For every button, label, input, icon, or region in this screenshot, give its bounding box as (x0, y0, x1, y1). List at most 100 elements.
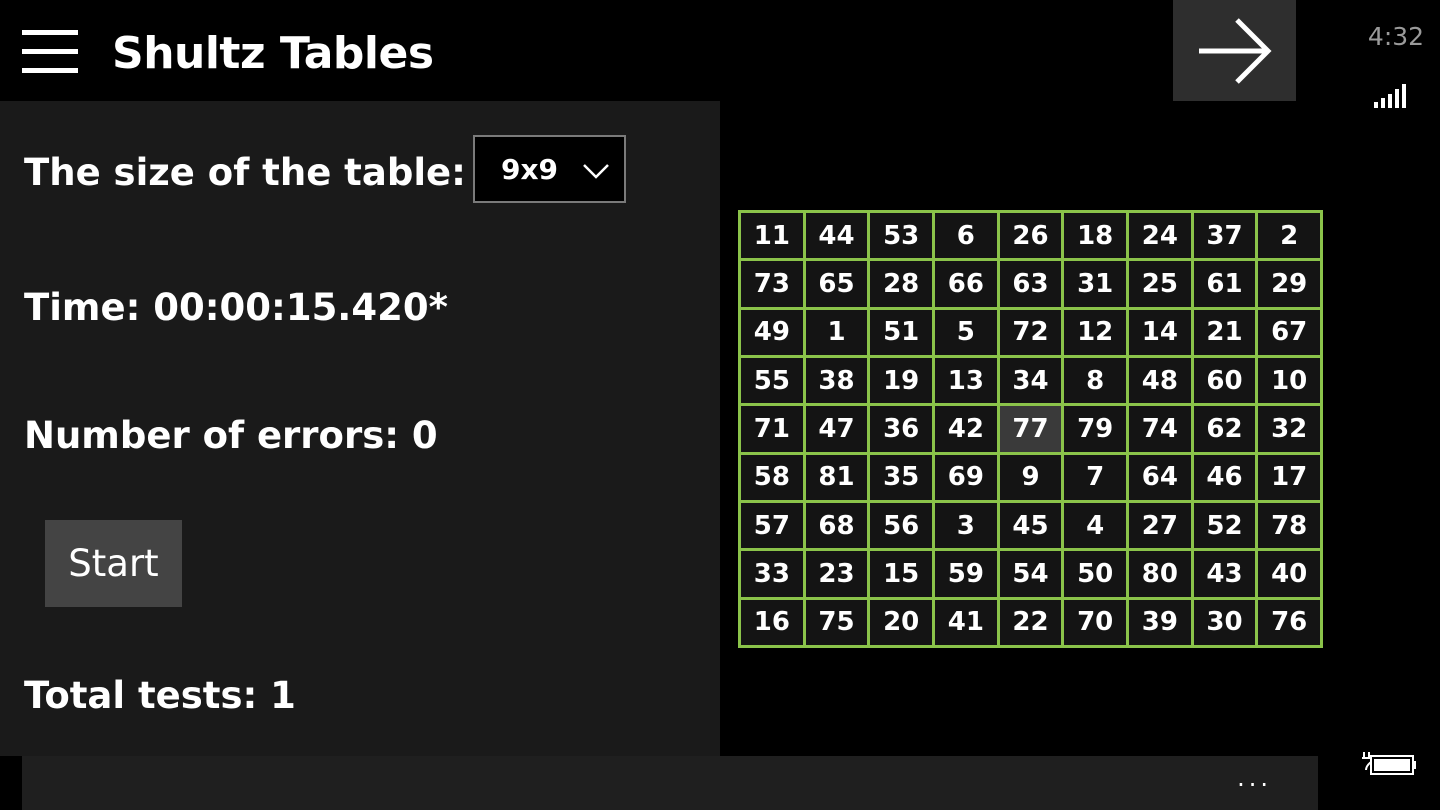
grid-cell[interactable]: 41 (935, 599, 997, 645)
grid-cell[interactable]: 69 (935, 454, 997, 500)
chevron-down-icon (583, 164, 609, 179)
grid-cell[interactable]: 46 (1193, 454, 1256, 500)
grid-cell[interactable]: 70 (1064, 599, 1126, 645)
grid-cell[interactable]: 17 (1258, 454, 1320, 500)
grid-cell[interactable]: 57 (741, 502, 803, 549)
grid-cell[interactable]: 80 (1129, 551, 1191, 597)
grid-cell[interactable]: 30 (1193, 599, 1256, 645)
grid-cell[interactable]: 38 (805, 357, 868, 404)
status-bar (1340, 0, 1440, 810)
grid-cell[interactable]: 13 (935, 357, 997, 404)
grid-cell[interactable]: 74 (1129, 406, 1191, 452)
grid-cell[interactable]: 1 (805, 309, 868, 355)
grid-cell[interactable]: 53 (870, 213, 932, 259)
grid-cell[interactable]: 73 (741, 261, 803, 307)
grid-cell[interactable]: 78 (1258, 502, 1320, 549)
grid-cell[interactable]: 18 (1064, 213, 1126, 259)
grid-cell[interactable]: 6 (935, 213, 997, 259)
grid-cell[interactable]: 3 (935, 502, 997, 549)
grid-cell[interactable]: 59 (935, 551, 997, 597)
grid-cell[interactable]: 20 (870, 599, 932, 645)
app-bar: ... (22, 756, 1318, 810)
grid-cell[interactable]: 10 (1258, 357, 1320, 404)
errors-count-text: Number of errors: 0 (24, 414, 438, 457)
grid-cell[interactable]: 19 (870, 357, 932, 404)
grid-cell[interactable]: 9 (999, 454, 1062, 500)
grid-cell[interactable]: 22 (999, 599, 1062, 645)
grid-cell[interactable]: 28 (870, 261, 932, 307)
grid-cell[interactable]: 44 (805, 213, 868, 259)
grid-cell[interactable]: 36 (870, 406, 932, 452)
grid-cell[interactable]: 26 (999, 213, 1062, 259)
grid-cell[interactable]: 61 (1193, 261, 1256, 307)
grid-cell[interactable]: 35 (870, 454, 932, 500)
grid-cell[interactable]: 52 (1193, 502, 1256, 549)
hamburger-icon[interactable] (22, 30, 80, 74)
table-size-label: The size of the table: (24, 151, 466, 194)
grid-cell[interactable]: 75 (805, 599, 868, 645)
schulte-table: 11 44 53 6 26 18 24 37 2 73 65 28 66 63 31 25 61 29 49 1 51 5… (738, 210, 1323, 648)
grid-cell[interactable]: 50 (1064, 551, 1126, 597)
grid-cell[interactable]: 37 (1193, 213, 1256, 259)
settings-panel: The size of the table: 9x9 Time: 00:00:1… (0, 101, 720, 756)
grid-cell[interactable]: 68 (805, 502, 868, 549)
grid-cell[interactable]: 71 (741, 406, 803, 452)
grid-cell[interactable]: 14 (1129, 309, 1191, 355)
grid-cell[interactable]: 40 (1258, 551, 1320, 597)
grid-cell[interactable]: 42 (935, 406, 997, 452)
grid-cell[interactable]: 72 (999, 309, 1062, 355)
clock: 4:32 (1367, 22, 1425, 51)
grid-cell[interactable]: 2 (1258, 213, 1320, 259)
grid-cell[interactable]: 76 (1258, 599, 1320, 645)
grid-cell[interactable]: 33 (741, 551, 803, 597)
grid-cell[interactable]: 34 (999, 357, 1062, 404)
grid-cell[interactable]: 43 (1193, 551, 1256, 597)
grid-cell[interactable]: 58 (741, 454, 803, 500)
grid-cell[interactable]: 60 (1193, 357, 1256, 404)
grid-cell[interactable]: 54 (999, 551, 1062, 597)
grid-cell[interactable]: 24 (1129, 213, 1191, 259)
grid-cell[interactable]: 7 (1064, 454, 1126, 500)
grid-cell[interactable]: 65 (805, 261, 868, 307)
title-bar: Shultz Tables (0, 0, 1340, 101)
grid-cell[interactable]: 31 (1064, 261, 1126, 307)
grid-cell[interactable]: 67 (1258, 309, 1320, 355)
timer-text: Time: 00:00:15.420* (24, 286, 448, 329)
grid-cell[interactable]: 62 (1193, 406, 1256, 452)
grid-cell[interactable]: 64 (1129, 454, 1191, 500)
grid-cell[interactable]: 51 (870, 309, 932, 355)
grid-cell[interactable]: 77 (999, 406, 1062, 452)
grid-cell[interactable]: 11 (741, 213, 803, 259)
signal-icon (1374, 84, 1406, 108)
grid-cell[interactable]: 32 (1258, 406, 1320, 452)
grid-cell[interactable]: 79 (1064, 406, 1126, 452)
grid-cell[interactable]: 27 (1129, 502, 1191, 549)
grid-cell[interactable]: 12 (1064, 309, 1126, 355)
grid-cell[interactable]: 56 (870, 502, 932, 549)
grid-cell[interactable]: 5 (935, 309, 997, 355)
grid-cell[interactable]: 55 (741, 357, 803, 404)
grid-cell[interactable]: 25 (1129, 261, 1191, 307)
app-title: Shultz Tables (112, 28, 434, 79)
grid-cell[interactable]: 16 (741, 599, 803, 645)
grid-cell[interactable]: 45 (999, 502, 1062, 549)
arrow-right-icon (1199, 18, 1272, 84)
grid-cell[interactable]: 8 (1064, 357, 1126, 404)
battery-charging-icon (1362, 752, 1416, 775)
grid-cell[interactable]: 66 (935, 261, 997, 307)
grid-cell[interactable]: 48 (1129, 357, 1191, 404)
grid-cell[interactable]: 49 (741, 309, 803, 355)
grid-cell[interactable]: 21 (1193, 309, 1256, 355)
grid-cell[interactable]: 4 (1064, 502, 1126, 549)
grid-cell[interactable]: 23 (805, 551, 868, 597)
next-button[interactable] (1173, 0, 1296, 101)
grid-cell[interactable]: 47 (805, 406, 868, 452)
more-options-icon[interactable]: ... (1237, 764, 1272, 792)
grid-cell[interactable]: 15 (870, 551, 932, 597)
grid-cell[interactable]: 81 (805, 454, 868, 500)
start-button[interactable]: Start (45, 520, 182, 607)
table-size-dropdown[interactable]: 9x9 (473, 135, 626, 203)
grid-cell[interactable]: 63 (999, 261, 1062, 307)
grid-cell[interactable]: 29 (1258, 261, 1320, 307)
grid-cell[interactable]: 39 (1129, 599, 1191, 645)
